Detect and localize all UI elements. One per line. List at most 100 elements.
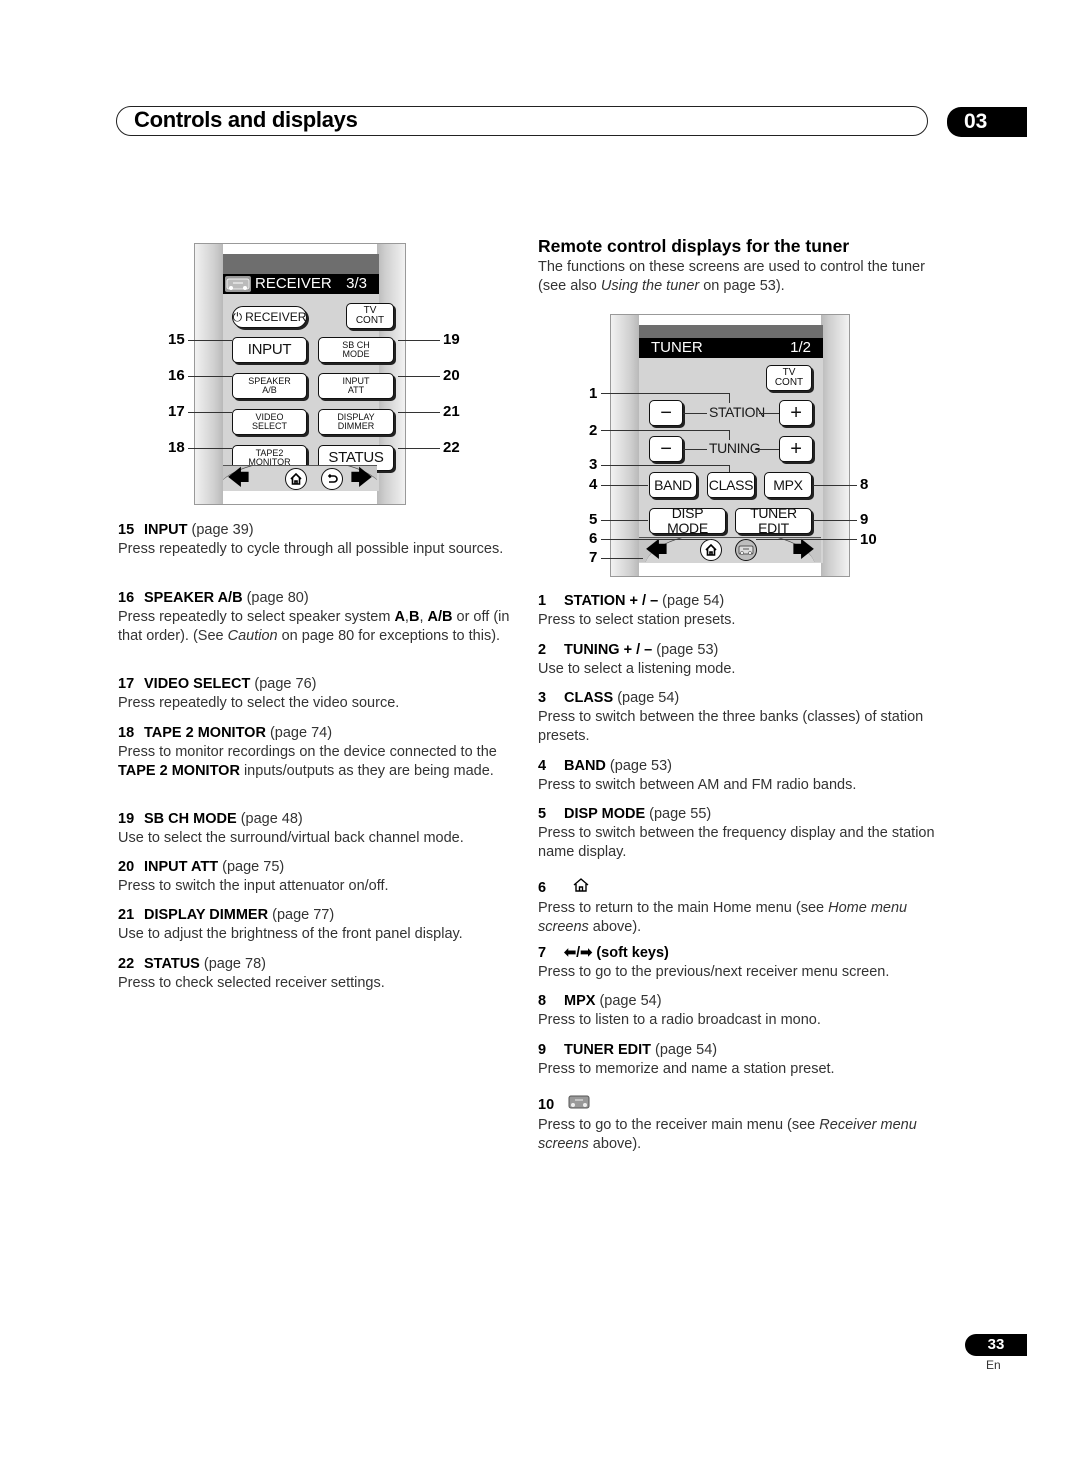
station-plus-button[interactable]: + [779, 400, 813, 426]
power-icon: ⏻ [232, 309, 243, 324]
item-21: 21 DISPLAY DIMMER (page 77) Use to adjust… [118, 907, 463, 942]
callout-4: 4 [589, 476, 598, 493]
video-select-button[interactable]: VIDEO SELECT [232, 409, 307, 435]
receiver-icon [225, 276, 251, 292]
tuner-item-2: 2 TUNING + / – (page 53) Use to select a … [538, 642, 736, 677]
home-icon[interactable] [285, 468, 307, 490]
callout-line [398, 376, 440, 377]
callout-line [601, 393, 729, 394]
callout-line [601, 558, 643, 559]
screen-top-bar [223, 254, 379, 274]
tuning-label: TUNING [709, 440, 761, 456]
item-20: 20 INPUT ATT (page 75) Press to switch th… [118, 859, 389, 894]
tuner-item-5: 5 DISP MODE (page 55) Press to switch bet… [538, 806, 935, 860]
tuner-item-6: 6 Press to return to the main Home menu … [538, 877, 938, 937]
callout-2: 2 [589, 422, 598, 439]
callout-17: 17 [168, 403, 185, 420]
station-minus-button[interactable]: − [649, 400, 683, 426]
station-label: STATION [709, 404, 765, 420]
bezel-right [821, 315, 849, 576]
input-att-button[interactable]: INPUT ATT [318, 373, 394, 399]
callout-line [601, 539, 711, 540]
bezel-left [611, 315, 639, 576]
band-button[interactable]: BAND [649, 472, 697, 498]
sb-ch-mode-button[interactable]: SB CH MODE [318, 337, 394, 363]
receiver-page-indicator: 3/3 [346, 275, 367, 292]
soft-key-bar: 🡄 🡆 [639, 537, 821, 562]
soft-keys-label: ⬅/➡ (soft keys) [564, 945, 669, 961]
soft-key-arc [645, 538, 815, 562]
callout-line [398, 448, 440, 449]
callout-line [188, 376, 232, 377]
tuner-item-4: 4 BAND (page 53) Press to switch between … [538, 758, 857, 793]
callout-20: 20 [443, 367, 460, 384]
tuner-title-bar: TUNER 1/2 [639, 338, 823, 358]
tuner-section-intro: The functions on these screens are used … [538, 259, 925, 294]
right-arrow-icon[interactable]: 🡆 [792, 539, 815, 561]
page-number: 33 [965, 1334, 1027, 1356]
item-19: 19 SB CH MODE (page 48) Use to select the… [118, 811, 464, 846]
tuner-item-9: 9 TUNER EDIT (page 54) Press to memorize … [538, 1042, 835, 1077]
item-18: 18 TAPE 2 MONITOR (page 74) Press to moni… [118, 725, 497, 779]
language-label: En [986, 1358, 1001, 1372]
callout-18: 18 [168, 439, 185, 456]
callout-line [188, 340, 232, 341]
station-connector [683, 413, 707, 414]
item-15: 15 INPUT (page 39) Press repeatedly to cy… [118, 522, 504, 557]
callout-6: 6 [589, 530, 598, 547]
callout-line [601, 520, 648, 521]
callout-line [188, 448, 232, 449]
tuning-connector [755, 449, 779, 450]
callout-8: 8 [860, 476, 869, 493]
callout-line [601, 465, 729, 466]
speaker-ab-button[interactable]: SPEAKER A/B [232, 373, 307, 399]
callout-line [813, 520, 857, 521]
receiver-power-button[interactable]: ⏻ RECEIVER [232, 306, 307, 328]
home-icon [572, 877, 590, 899]
tuning-connector [683, 449, 707, 450]
callout-line [188, 412, 232, 413]
callout-19: 19 [443, 331, 460, 348]
back-icon[interactable] [321, 468, 343, 490]
left-arrow-icon[interactable]: 🡄 [645, 539, 668, 561]
display-dimmer-button[interactable]: DISPLAY DIMMER [318, 409, 394, 435]
tuner-section-title: Remote control displays for the tuner [538, 236, 850, 256]
tuner-item-3: 3 CLASS (page 54) Press to switch between… [538, 690, 924, 744]
callout-3: 3 [589, 456, 598, 473]
receiver-icon[interactable] [735, 539, 757, 561]
tuner-item-7: 7 ⬅/➡ (soft keys) Press to go to the prev… [538, 945, 890, 980]
callout-line [756, 539, 857, 540]
callout-21: 21 [443, 403, 460, 420]
input-button[interactable]: INPUT [232, 337, 307, 363]
callout-line [813, 485, 857, 486]
tuner-item-8: 8 MPX (page 54) Press to listen to a radi… [538, 993, 821, 1028]
tuner-page-indicator: 1/2 [790, 339, 811, 356]
tuner-item-10: 10 Press to go to the receiver main menu… [538, 1094, 938, 1154]
item-17: 17 VIDEO SELECT (page 76) Press repeatedl… [118, 676, 400, 711]
receiver-remote-display: RECEIVER 3/3 ⏻ RECEIVER TV CONT INPUT SB… [194, 243, 406, 505]
receiver-icon [568, 1094, 590, 1116]
callout-line [398, 412, 440, 413]
callout-16: 16 [168, 367, 185, 384]
callout-line [398, 340, 440, 341]
tuner-item-1: 1 STATION + / – (page 54) Press to select… [538, 593, 736, 628]
mpx-button[interactable]: MPX [764, 472, 812, 498]
tv-cont-button[interactable]: TV CONT [766, 365, 812, 391]
station-connector [759, 413, 779, 414]
page-title: Controls and displays [134, 107, 358, 132]
left-arrow-icon[interactable]: 🡄 [227, 467, 250, 489]
callout-10: 10 [860, 531, 877, 548]
tv-cont-button[interactable]: TV CONT [346, 303, 394, 329]
callout-line [729, 393, 730, 403]
right-arrow-icon[interactable]: 🡆 [350, 467, 373, 489]
callout-1: 1 [589, 385, 598, 402]
tuning-plus-button[interactable]: + [779, 436, 813, 462]
disp-mode-button[interactable]: DISP MODE [649, 506, 726, 535]
callout-line [601, 430, 729, 431]
tuning-minus-button[interactable]: − [649, 436, 683, 462]
callout-22: 22 [443, 439, 460, 456]
callout-15: 15 [168, 331, 185, 348]
home-icon[interactable] [700, 539, 722, 561]
tuner-edit-button[interactable]: TUNER EDIT [735, 506, 812, 535]
class-button[interactable]: CLASS [707, 472, 755, 498]
